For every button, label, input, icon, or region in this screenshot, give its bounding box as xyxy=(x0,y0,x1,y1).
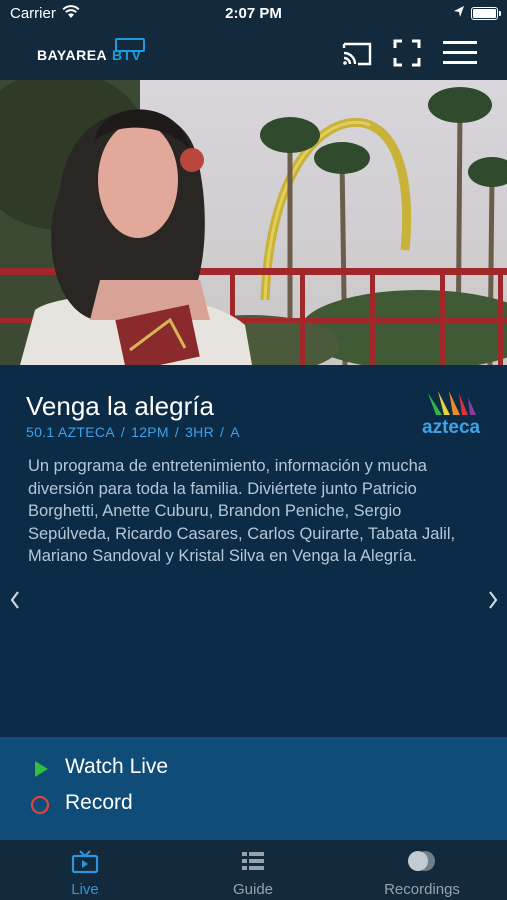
tab-guide-label: Guide xyxy=(232,881,274,898)
actions-panel: Watch Live Record xyxy=(0,737,507,840)
program-meta: 50.1 AZTECA/12PM/3HR / A xyxy=(26,424,240,440)
duration: 3HR xyxy=(185,424,215,440)
azteca-channel-logo: azteca xyxy=(420,389,484,439)
play-icon xyxy=(35,761,48,777)
app-header: BAYAREA BTV xyxy=(0,28,507,80)
fullscreen-icon[interactable] xyxy=(392,38,422,68)
tab-live-label: Live xyxy=(71,881,99,898)
location-arrow-icon xyxy=(454,6,464,17)
record-label: Record xyxy=(65,791,133,814)
guide-list-icon xyxy=(242,852,264,870)
tv-icon xyxy=(71,850,99,874)
azteca-logo-text: azteca xyxy=(422,417,481,438)
azteca-logo-mark-icon xyxy=(428,391,476,415)
program-detail-panel: Venga la alegría 50.1 AZTECA/12PM/3HR / A … xyxy=(0,365,507,737)
watch-live-label: Watch Live xyxy=(65,755,169,778)
recordings-icon xyxy=(408,851,435,871)
bayarea-btv-logo: BAYAREA BTV xyxy=(37,38,162,70)
record-icon xyxy=(30,795,50,815)
status-bar: Carrier 2:07 PM xyxy=(0,0,507,28)
tab-recordings-label: Recordings xyxy=(384,881,460,898)
previous-arrow-icon[interactable] xyxy=(7,587,23,613)
hamburger-menu-icon[interactable] xyxy=(442,38,478,68)
record-button[interactable]: Record xyxy=(30,789,230,819)
channel-label: 50.1 AZTECA xyxy=(26,424,115,440)
tab-guide[interactable]: Guide xyxy=(213,840,293,900)
tab-bar: Live Guide Recordings xyxy=(0,840,507,900)
battery-icon xyxy=(471,7,501,20)
clock: 2:07 PM xyxy=(225,5,282,22)
tab-recordings[interactable]: Recordings xyxy=(362,840,482,900)
watch-live-button[interactable]: Watch Live xyxy=(30,753,230,783)
cast-icon[interactable] xyxy=(340,38,374,68)
video-thumbnail[interactable] xyxy=(0,80,507,365)
tab-live[interactable]: Live xyxy=(45,840,125,900)
program-title: Venga la alegría xyxy=(26,391,214,421)
next-arrow-icon[interactable] xyxy=(485,587,501,613)
start-time: 12PM xyxy=(131,424,169,440)
program-description: Un programa de entretenimiento, informac… xyxy=(28,457,456,565)
rating: A xyxy=(230,424,240,440)
